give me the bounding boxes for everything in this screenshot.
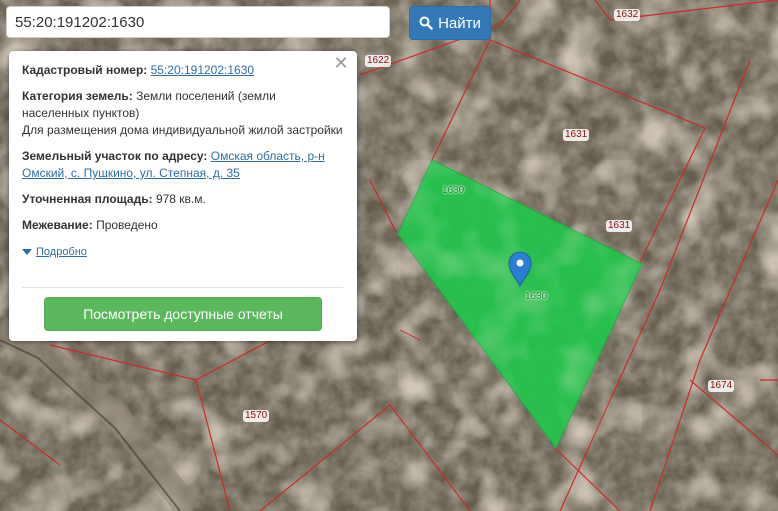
area-label: Уточненная площадь: (22, 192, 153, 206)
parcel-info-card: ✕ Кадастровый номер: 55:20:191202:1630 К… (9, 51, 357, 341)
survey-row: Межевание: Проведено (22, 217, 343, 234)
area-value: 978 кв.м. (155, 192, 206, 206)
land-category-row: Категория земель: Земли поселений (земли… (22, 88, 343, 139)
search-icon (419, 16, 433, 30)
view-reports-button[interactable]: Посмотреть доступные отчеты (44, 297, 322, 331)
search-button-label: Найти (438, 14, 481, 32)
map-view[interactable]: 1632 1622 1631 1631 1630 1630 1674 1570 … (0, 0, 778, 511)
survey-value: Проведено (96, 218, 158, 232)
search-button[interactable]: Найти (409, 6, 491, 40)
address-row: Земельный участок по адресу: Омская обла… (22, 148, 343, 182)
parcel-label-1630: 1630 (442, 185, 465, 196)
land-category-label: Категория земель: (22, 89, 133, 103)
survey-label: Межевание: (22, 218, 93, 232)
cadastral-number-link[interactable]: 55:20:191202:1630 (151, 63, 254, 77)
close-icon[interactable]: ✕ (333, 54, 349, 72)
search-input[interactable] (6, 6, 390, 38)
parcel-label-1632: 1632 (614, 9, 641, 21)
more-details-link[interactable]: Подробно (22, 244, 87, 261)
address-label: Земельный участок по адресу: (22, 149, 208, 163)
parcel-label-1630: 1630 (525, 291, 548, 302)
more-details-label: Подробно (36, 245, 87, 258)
divider (22, 287, 343, 288)
cadastral-number-row: Кадастровый номер: 55:20:191202:1630 (22, 62, 343, 79)
parcel-label-1631: 1631 (606, 220, 633, 232)
parcel-label-1622: 1622 (365, 55, 392, 67)
parcel-label-1631: 1631 (563, 129, 590, 141)
area-row: Уточненная площадь: 978 кв.м. (22, 191, 343, 208)
caret-down-icon (22, 249, 32, 255)
land-purpose-value: Для размещения дома индивидуальной жилой… (22, 123, 343, 137)
cadastral-number-label: Кадастровый номер: (22, 63, 148, 77)
parcel-label-1570: 1570 (243, 410, 270, 422)
parcel-label-1674: 1674 (708, 380, 735, 392)
